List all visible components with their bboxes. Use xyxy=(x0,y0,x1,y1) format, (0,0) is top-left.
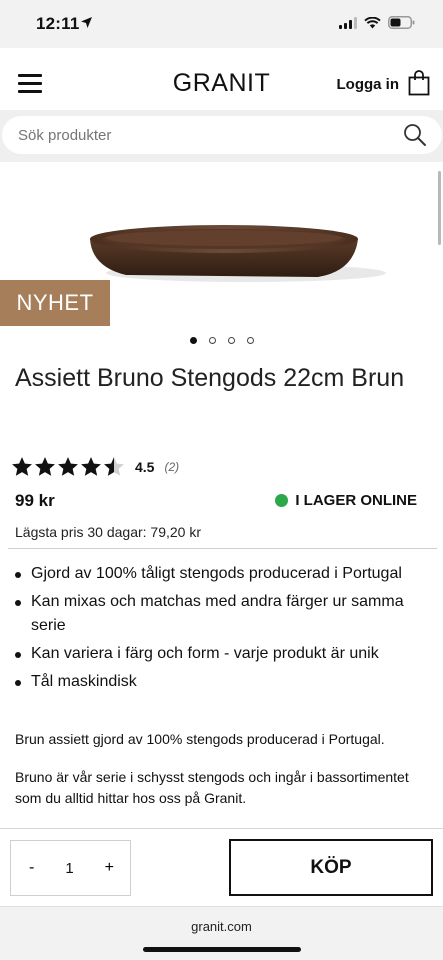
login-link[interactable]: Logga in xyxy=(337,76,400,93)
divider xyxy=(0,828,443,829)
quantity-stepper: - 1 + xyxy=(10,840,131,896)
shopping-bag-icon[interactable] xyxy=(408,70,430,101)
carousel-dot[interactable] xyxy=(246,337,254,344)
status-bar: 12:11 xyxy=(0,0,443,48)
browser-domain[interactable]: granit.com xyxy=(0,919,443,934)
search-bar xyxy=(0,110,443,162)
carousel-dot[interactable] xyxy=(227,337,235,344)
product-features-list: Gjord av 100% tåligt stengods producerad… xyxy=(15,562,425,698)
product-description: Brun assiett gjord av 100% stengods prod… xyxy=(15,731,385,747)
star-full-icon xyxy=(81,457,101,476)
stock-label: I LAGER ONLINE xyxy=(295,492,417,509)
product-image-plate xyxy=(90,225,386,282)
rating-stars xyxy=(11,456,125,478)
home-indicator[interactable] xyxy=(143,947,301,952)
rating-count[interactable]: (2) xyxy=(164,460,179,474)
star-full-icon xyxy=(12,457,32,476)
feature-item: Kan variera i färg och form - varje prod… xyxy=(15,642,425,666)
carousel-dot[interactable] xyxy=(208,337,216,344)
quantity-decrease-button[interactable]: - xyxy=(29,859,34,877)
status-time: 12:11 xyxy=(36,14,80,33)
feature-item: Gjord av 100% tåligt stengods producerad… xyxy=(15,562,425,586)
rating-value: 4.5 xyxy=(135,459,155,475)
quantity-value[interactable]: 1 xyxy=(65,860,73,877)
product-rating[interactable]: 4.5 (2) xyxy=(11,456,179,478)
product-title: Assiett Bruno Stengods 22cm Brun xyxy=(15,364,405,392)
carousel-dots xyxy=(0,337,443,344)
product-price: 99 kr xyxy=(15,491,55,510)
new-badge: NYHET xyxy=(0,280,110,326)
carousel-dot[interactable] xyxy=(189,337,197,344)
divider xyxy=(8,548,437,549)
feature-item: Kan mixas och matchas med andra färger u… xyxy=(15,590,425,638)
lowest-price-30-days: Lägsta pris 30 dagar: 79,20 kr xyxy=(15,524,202,540)
battery-icon xyxy=(388,16,415,34)
buy-button[interactable]: KÖP xyxy=(229,839,433,896)
star-full-icon xyxy=(58,457,78,476)
page-scrollbar[interactable] xyxy=(438,171,441,245)
stock-status: I LAGER ONLINE xyxy=(275,492,417,509)
product-description-series: Bruno är vår serie i schysst stengods oc… xyxy=(15,769,409,806)
star-half-icon xyxy=(104,457,124,476)
search-icon[interactable] xyxy=(403,123,427,152)
in-stock-dot-icon xyxy=(275,494,289,507)
cellular-signal-icon xyxy=(339,16,357,34)
status-indicators xyxy=(339,16,415,34)
star-full-icon xyxy=(35,457,55,476)
site-header: GRANIT Logga in xyxy=(0,48,443,110)
search-input[interactable] xyxy=(2,116,442,154)
browser-address-bar[interactable]: granit.com xyxy=(0,906,443,960)
location-arrow-icon xyxy=(80,16,93,34)
product-image-carousel[interactable]: NYHET xyxy=(0,163,443,353)
quantity-increase-button[interactable]: + xyxy=(105,859,114,877)
wifi-icon xyxy=(364,16,381,34)
feature-item: Tål maskindisk xyxy=(15,670,425,694)
